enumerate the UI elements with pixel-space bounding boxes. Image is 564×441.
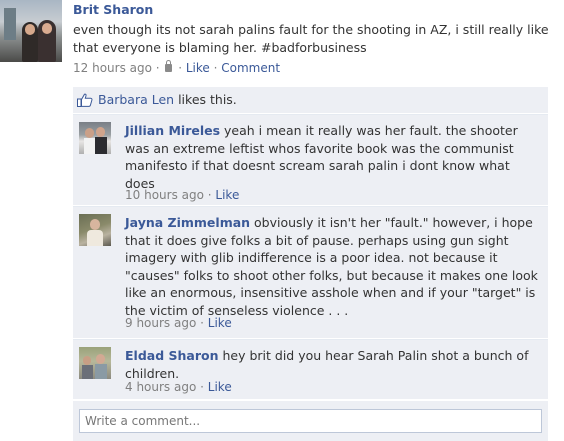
comment-item: Jayna Zimmelman obviously it isn't her "… — [73, 206, 548, 338]
comment-meta: 9 hours ago · Like — [125, 316, 232, 330]
comment-input[interactable] — [79, 409, 542, 433]
post-timestamp[interactable]: 12 hours ago — [73, 61, 152, 75]
comment-item: Eldad Sharon hey brit did you hear Sarah… — [73, 339, 548, 399]
comment-like-link[interactable]: Like — [208, 316, 232, 330]
commenter-name[interactable]: Jillian Mireles — [125, 123, 220, 138]
likes-summary: Barbara Len likes this. — [73, 87, 548, 113]
comment-item: Jillian Mireles yeah i mean it really wa… — [73, 114, 548, 205]
comment-text: Jillian Mireles yeah i mean it really wa… — [125, 123, 518, 191]
comment-link[interactable]: Comment — [221, 61, 280, 75]
post-meta: 12 hours ago · · Like · Comment — [73, 60, 281, 75]
comment-composer — [73, 400, 548, 441]
comment-like-link[interactable]: Like — [215, 188, 239, 202]
comment-meta: 4 hours ago · Like — [125, 380, 232, 394]
author-avatar[interactable] — [0, 0, 62, 62]
like-link[interactable]: Like — [186, 61, 210, 75]
commenter-name[interactable]: Eldad Sharon — [125, 348, 219, 363]
commenter-avatar[interactable] — [79, 122, 111, 154]
liker-name[interactable]: Barbara Len — [98, 92, 174, 107]
thumbs-up-icon — [77, 93, 93, 107]
comment-text: Eldad Sharon hey brit did you hear Sarah… — [125, 348, 529, 381]
comment-timestamp[interactable]: 4 hours ago — [125, 380, 196, 394]
commenter-avatar[interactable] — [79, 347, 111, 379]
comment-like-link[interactable]: Like — [208, 380, 232, 394]
comment-text: Jayna Zimmelman obviously it isn't her "… — [125, 215, 538, 318]
comment-timestamp[interactable]: 9 hours ago — [125, 316, 196, 330]
comment-meta: 10 hours ago · Like — [125, 188, 240, 202]
post-author-name[interactable]: Brit Sharon — [73, 2, 153, 17]
lock-icon[interactable] — [165, 60, 173, 72]
commenter-avatar[interactable] — [79, 214, 111, 246]
comment-timestamp[interactable]: 10 hours ago — [125, 188, 204, 202]
post-text: even though its not sarah palins fault f… — [73, 22, 549, 55]
commenter-name[interactable]: Jayna Zimmelman — [125, 215, 250, 230]
